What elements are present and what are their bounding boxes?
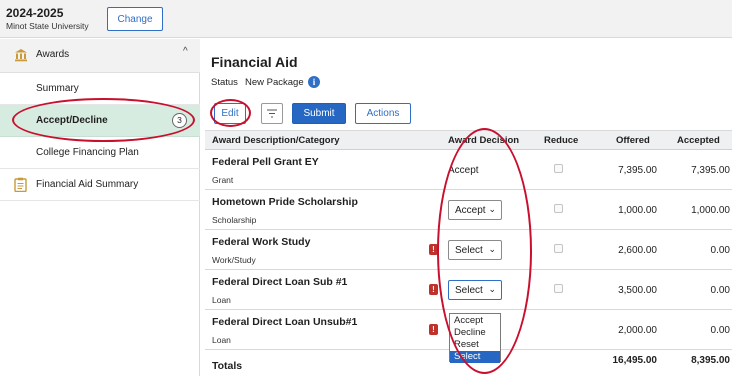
sidebar-item-financial-aid-summary[interactable]: Financial Aid Summary: [0, 169, 200, 201]
edit-button[interactable]: Edit: [214, 103, 246, 124]
table-row: Federal Pell Grant EY Grant Accept 7,395…: [205, 151, 732, 190]
clipboard-icon: [14, 177, 27, 192]
offered-amount: 3,500.00: [618, 285, 657, 296]
totals-label: Totals: [212, 360, 243, 372]
offered-amount: 2,600.00: [618, 245, 657, 256]
select-value: Select: [455, 245, 483, 256]
column-header-decision: Award Decision: [448, 135, 520, 146]
table-row: Hometown Pride Scholarship Scholarship A…: [205, 191, 732, 230]
award-category: Work/Study: [212, 255, 256, 265]
page-title: Financial Aid: [211, 54, 298, 70]
status-value: New Package: [245, 77, 304, 88]
total-offered: 16,495.00: [612, 355, 658, 366]
chevron-down-icon: ⌄: [488, 204, 496, 214]
reduce-checkbox[interactable]: [554, 284, 563, 293]
dropdown-option-reset[interactable]: Reset: [450, 339, 500, 351]
sidebar-item-label: Financial Aid Summary: [36, 179, 139, 190]
column-header-description: Award Description/Category: [212, 135, 340, 146]
total-accepted: 8,395.00: [691, 355, 730, 366]
sidebar-item-label: College Financing Plan: [36, 147, 139, 158]
award-category: Scholarship: [212, 215, 257, 225]
award-description: Federal Work Study: [212, 236, 311, 248]
chevron-up-icon[interactable]: ^: [183, 46, 188, 57]
actions-button[interactable]: Actions: [355, 103, 411, 124]
submit-button[interactable]: Submit: [292, 103, 346, 124]
sidebar-item-college-financing-plan[interactable]: College Financing Plan: [0, 137, 200, 169]
dropdown-option-accept[interactable]: Accept: [450, 315, 500, 327]
table-header: Award Description/Category Award Decisio…: [205, 130, 732, 150]
accepted-amount: 7,395.00: [691, 165, 730, 176]
award-description: Hometown Pride Scholarship: [212, 196, 358, 208]
offered-amount: 2,000.00: [618, 325, 657, 336]
warning-icon: !: [429, 284, 438, 295]
status-label: Status: [211, 77, 238, 88]
sidebar-item-label: Summary: [36, 83, 79, 94]
table-row: Federal Direct Loan Sub #1 Loan ! Select…: [205, 271, 732, 310]
warning-icon: !: [429, 324, 438, 335]
sidebar-section-awards[interactable]: Awards ^: [0, 39, 200, 73]
filter-button[interactable]: [261, 103, 283, 124]
dropdown-option-decline[interactable]: Decline: [450, 327, 500, 339]
info-icon[interactable]: i: [308, 76, 320, 88]
accepted-amount: 0.00: [710, 245, 730, 256]
table-row: Federal Work Study Work/Study ! Select ⌄…: [205, 231, 732, 270]
dropdown-option-select[interactable]: Select: [450, 351, 500, 363]
award-category: Grant: [212, 175, 234, 185]
chevron-down-icon: ⌄: [488, 244, 496, 254]
aid-year: 2024-2025: [6, 6, 64, 20]
award-category: Loan: [212, 295, 231, 305]
select-value: Accept: [455, 205, 486, 216]
accepted-amount: 1,000.00: [691, 205, 730, 216]
change-button[interactable]: Change: [107, 7, 163, 31]
accepted-amount: 0.00: [710, 285, 730, 296]
chevron-down-icon: ⌄: [488, 284, 496, 294]
award-decision-select[interactable]: Select ⌄: [448, 240, 502, 260]
offered-amount: 1,000.00: [618, 205, 657, 216]
sidebar-item-summary[interactable]: Summary: [0, 73, 200, 105]
accepted-amount: 0.00: [710, 325, 730, 336]
count-badge: 3: [172, 113, 187, 128]
sidebar: Awards ^ Summary Accept/Decline 3 Colleg…: [0, 39, 200, 376]
award-description: Federal Direct Loan Unsub#1: [212, 316, 358, 328]
award-decision-select[interactable]: Select ⌄: [448, 280, 502, 300]
decision-dropdown-list: Accept Decline Reset Select: [449, 313, 501, 363]
school-name: Minot State University: [6, 21, 89, 31]
award-description: Federal Pell Grant EY: [212, 156, 319, 168]
column-header-reduce: Reduce: [544, 135, 579, 146]
warning-icon: !: [429, 244, 438, 255]
sidebar-section-label: Awards: [36, 49, 70, 60]
bank-icon: [15, 49, 27, 62]
award-decision-select[interactable]: Accept ⌄: [448, 200, 502, 220]
sidebar-item-accept-decline[interactable]: Accept/Decline 3: [0, 105, 200, 137]
column-header-offered: Offered: [616, 135, 650, 146]
reduce-checkbox[interactable]: [554, 204, 563, 213]
column-header-accepted: Accepted: [677, 135, 720, 146]
select-value: Select: [455, 285, 483, 296]
award-decision-value: Accept: [448, 165, 479, 176]
award-category: Loan: [212, 335, 231, 345]
award-description: Federal Direct Loan Sub #1: [212, 276, 348, 288]
top-bar: 2024-2025 Minot State University Change: [0, 0, 732, 38]
filter-icon: [267, 109, 277, 118]
reduce-checkbox[interactable]: [554, 164, 563, 173]
sidebar-item-label: Accept/Decline: [36, 115, 108, 126]
offered-amount: 7,395.00: [618, 165, 657, 176]
reduce-checkbox[interactable]: [554, 244, 563, 253]
